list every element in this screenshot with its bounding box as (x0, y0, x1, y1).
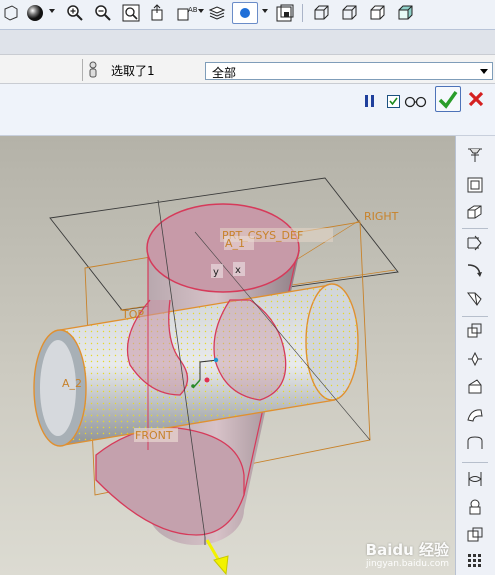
extrude-icon[interactable] (464, 320, 486, 342)
zoom-out-icon[interactable] (92, 2, 114, 24)
revolve-icon[interactable] (464, 348, 486, 370)
svg-text:AB: AB (188, 6, 198, 14)
watermark-url: jingyan.baidu.com (365, 559, 449, 569)
layers-icon[interactable] (206, 2, 228, 24)
selection-filter-icon[interactable] (86, 59, 100, 81)
y-axis-label: y (213, 267, 219, 278)
cancel-button[interactable] (465, 88, 487, 110)
wireframe-icon[interactable] (310, 2, 332, 24)
preview-checkbox-icon[interactable] (386, 90, 400, 112)
hole-icon[interactable] (464, 432, 486, 454)
view-dropdown-icon[interactable] (198, 9, 204, 13)
filter-select[interactable]: 全部 (205, 62, 493, 80)
confirm-icon (438, 90, 458, 109)
csys-icon[interactable] (464, 232, 486, 254)
display-style-icon[interactable] (232, 2, 258, 24)
feature-toolbar (455, 136, 495, 575)
front-plane-label: FRONT (135, 429, 173, 442)
message-area (0, 30, 495, 54)
shaded-icon[interactable] (394, 2, 416, 24)
curve-icon[interactable] (464, 288, 486, 310)
sweep-icon[interactable] (464, 376, 486, 398)
x-axis-label: x (235, 265, 241, 276)
cancel-icon (468, 91, 484, 107)
orient-icon[interactable] (148, 2, 170, 24)
glasses-icon[interactable] (403, 90, 429, 112)
repaint-icon[interactable] (0, 2, 22, 24)
drag-handle-arrow[interactable] (205, 539, 229, 575)
watermark-brand: Baidu 经验 (365, 541, 449, 559)
chevron-down-icon (480, 69, 488, 74)
right-plane-label: RIGHT (364, 210, 399, 223)
round-icon[interactable] (464, 468, 486, 490)
saved-view-icon[interactable] (274, 2, 296, 24)
sketch-icon[interactable] (464, 260, 486, 282)
zoom-in-icon[interactable] (64, 2, 86, 24)
main-toolbar: AB (0, 0, 495, 30)
filter-select-value: 全部 (212, 66, 237, 80)
axis1-label: A_1 (225, 237, 245, 250)
baidu-watermark: Baidu 经验 jingyan.baidu.com (333, 539, 453, 573)
graphics-window[interactable]: PRT_CSYS_DEF RIGHT TOP FRONT A_1 A_2 y x… (0, 136, 455, 575)
blend-icon[interactable] (464, 404, 486, 426)
pause-icon[interactable] (360, 90, 380, 112)
feature-dashboard (0, 84, 495, 136)
datum-plane-icon[interactable] (464, 144, 486, 166)
named-view-icon[interactable]: AB (176, 2, 198, 24)
display-dropdown-icon[interactable] (262, 9, 268, 13)
datum-axis-icon[interactable] (464, 174, 486, 196)
no-hidden-icon[interactable] (366, 2, 388, 24)
axis2-label: A_2 (62, 377, 82, 390)
refit-icon[interactable] (120, 2, 142, 24)
hidden-line-icon[interactable] (338, 2, 360, 24)
confirm-button[interactable] (435, 86, 461, 112)
selected-count-label: 选取了1 (111, 64, 155, 78)
mirror-icon[interactable] (464, 496, 486, 518)
model-view: PRT_CSYS_DEF RIGHT TOP FRONT A_1 A_2 y x (33, 177, 399, 575)
shading-dropdown-icon[interactable] (49, 9, 55, 13)
merge-icon[interactable] (464, 524, 486, 546)
shading-icon[interactable] (24, 2, 46, 24)
selection-bar: 选取了1 全部 (0, 54, 495, 84)
top-plane-label: TOP (121, 308, 144, 321)
pattern-icon[interactable] (464, 550, 486, 572)
datum-point-icon[interactable] (464, 202, 486, 224)
